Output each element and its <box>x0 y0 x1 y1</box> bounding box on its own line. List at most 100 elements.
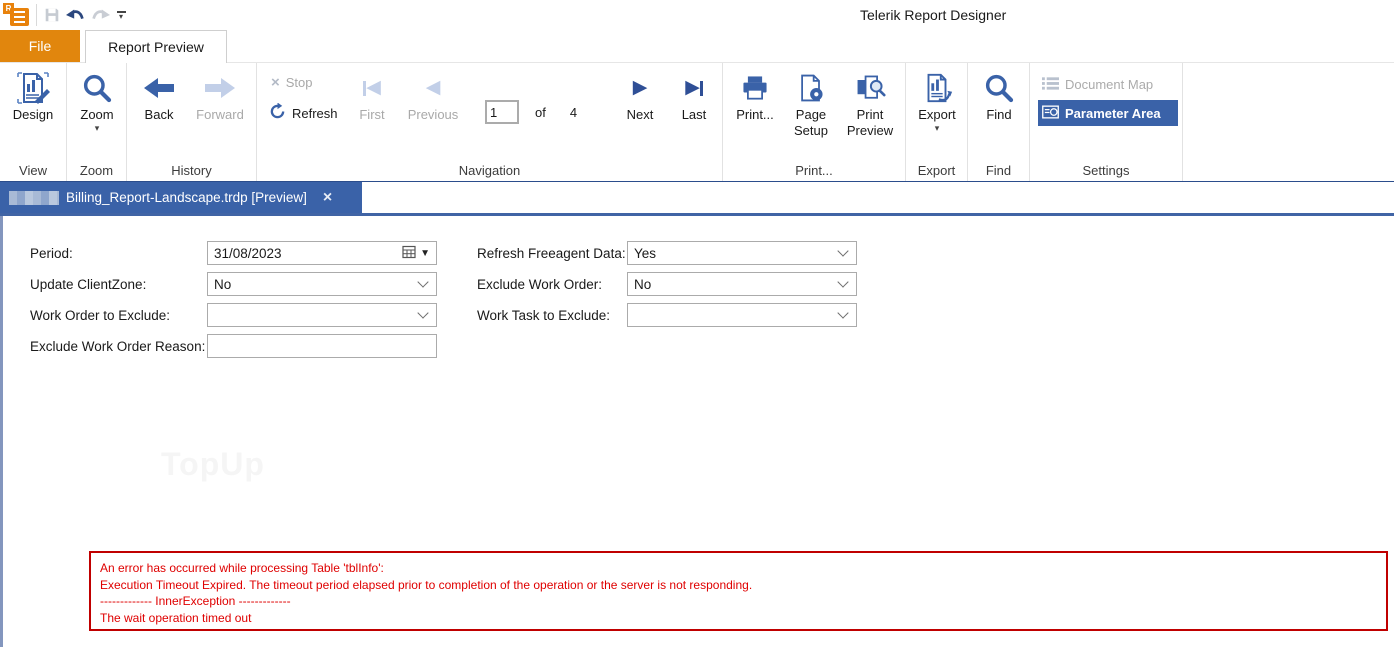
ribbon-group-settings: Document Map Parameter Area Settings <box>1030 63 1183 181</box>
document-map-label: Document Map <box>1065 77 1153 92</box>
export-dropdown-icon: ▾ <box>935 124 940 132</box>
parameter-area-icon <box>1042 105 1059 122</box>
page-number-input[interactable] <box>485 100 519 124</box>
find-button-label: Find <box>986 107 1011 123</box>
report-preview-area: Period: 31/08/2023 ▼ Update ClientZone: … <box>0 216 1394 647</box>
page-total-label: 4 <box>570 105 577 120</box>
error-line-1: An error has occurred while processing T… <box>100 560 1386 577</box>
save-icon <box>43 6 61 24</box>
last-button-label: Last <box>682 107 707 123</box>
divider <box>36 4 37 26</box>
last-page-button[interactable]: ▶ Last <box>669 69 719 123</box>
exclude-work-order-value: No <box>628 277 839 292</box>
zoom-button[interactable]: Zoom ▾ <box>70 69 124 132</box>
document-tab[interactable]: Billing_Report-Landscape.trdp [Preview] … <box>0 182 362 213</box>
design-button-label: Design <box>13 107 53 123</box>
parameter-area-label: Parameter Area <box>1065 106 1161 121</box>
work-task-to-exclude-select[interactable] <box>627 303 857 327</box>
first-page-button[interactable]: ◀ First <box>345 69 399 123</box>
design-button[interactable]: Design <box>4 69 62 123</box>
refresh-button-label: Refresh <box>292 106 338 121</box>
zoom-button-label: Zoom <box>80 107 113 123</box>
calendar-icon <box>402 245 416 262</box>
print-preview-button[interactable]: Print Preview <box>839 69 901 139</box>
close-icon[interactable]: × <box>323 189 332 207</box>
file-tab[interactable]: File <box>0 30 80 62</box>
error-line-3: ------------- InnerException -----------… <box>100 593 1386 610</box>
ribbon-group-history: Back Forward History <box>127 63 257 181</box>
find-button[interactable]: Find <box>972 69 1026 123</box>
back-button-label: Back <box>145 107 174 123</box>
document-map-toggle[interactable]: Document Map <box>1038 71 1178 97</box>
exclude-work-order-label: Exclude Work Order: <box>477 277 602 292</box>
work-task-to-exclude-label: Work Task to Exclude: <box>477 308 610 323</box>
group-label-history: History <box>127 163 256 178</box>
update-clientzone-value: No <box>208 277 419 292</box>
customize-qat-button[interactable]: ▾ <box>112 3 130 27</box>
last-page-icon: ▶ <box>685 69 703 107</box>
export-button-label: Export <box>918 107 956 123</box>
refresh-freeagent-data-select[interactable]: Yes <box>627 241 857 265</box>
update-clientzone-select[interactable]: No <box>207 272 437 296</box>
refresh-freeagent-data-value: Yes <box>628 246 839 261</box>
date-dropdown-icon[interactable]: ▼ <box>420 248 430 259</box>
back-arrow-icon <box>142 69 176 107</box>
document-map-icon <box>1042 76 1059 93</box>
update-clientzone-label: Update ClientZone: <box>30 277 146 292</box>
save-button[interactable] <box>40 3 64 27</box>
back-button[interactable]: Back <box>133 69 185 123</box>
design-icon <box>15 69 51 107</box>
ribbon-group-view: Design View <box>0 63 67 181</box>
page-navigation-control: of 4 <box>485 100 577 124</box>
undo-icon <box>66 8 86 22</box>
stop-icon: × <box>271 76 280 90</box>
first-page-icon: ◀ <box>363 69 381 107</box>
zoom-dropdown-icon: ▾ <box>95 124 100 132</box>
first-button-label: First <box>359 107 384 123</box>
exclude-work-order-reason-label: Exclude Work Order Reason: <box>30 339 205 354</box>
forward-button[interactable]: Forward <box>187 69 253 123</box>
period-date-picker[interactable]: 31/08/2023 ▼ <box>207 241 437 265</box>
stop-button[interactable]: × Stop <box>271 75 313 90</box>
tab-row: File Report Preview <box>0 30 1394 62</box>
parameter-area-toggle[interactable]: Parameter Area <box>1038 100 1178 126</box>
work-order-to-exclude-select[interactable] <box>207 303 437 327</box>
undo-button[interactable] <box>64 3 88 27</box>
refresh-button[interactable]: Refresh <box>269 103 338 123</box>
zoom-icon <box>81 69 113 107</box>
print-button-label: Print... <box>736 107 774 123</box>
page-of-label: of <box>535 105 546 120</box>
period-value: 31/08/2023 <box>208 246 402 261</box>
error-message-box: An error has occurred while processing T… <box>89 551 1388 631</box>
print-button[interactable]: Print... <box>729 69 781 123</box>
group-label-settings: Settings <box>1030 163 1182 178</box>
exclude-work-order-select[interactable]: No <box>627 272 857 296</box>
export-button[interactable]: Export ▾ <box>910 69 964 132</box>
ribbon-group-export: Export ▾ Export <box>906 63 968 181</box>
tab-report-preview[interactable]: Report Preview <box>85 30 227 63</box>
forward-button-label: Forward <box>196 107 244 123</box>
chevron-down-icon <box>417 276 428 287</box>
print-preview-button-label: Print Preview <box>847 107 893 139</box>
group-label-navigation: Navigation <box>257 163 722 178</box>
export-icon <box>920 69 954 107</box>
previous-button-label: Previous <box>408 107 459 123</box>
error-line-2: Execution Timeout Expired. The timeout p… <box>100 577 1386 594</box>
refresh-freeagent-data-label: Refresh Freeagent Data: <box>477 246 626 261</box>
page-setup-button[interactable]: Page Setup <box>783 69 839 139</box>
ribbon: Design View Zoom ▾ Zoom <box>0 62 1394 183</box>
group-label-zoom: Zoom <box>67 163 126 178</box>
ribbon-group-navigation: × Stop Refresh ◀ First ◀ Previous <box>257 63 723 181</box>
find-icon <box>983 69 1015 107</box>
exclude-work-order-reason-input[interactable] <box>207 334 437 358</box>
redo-button[interactable] <box>88 3 112 27</box>
next-page-button[interactable]: ▶ Next <box>612 69 668 123</box>
previous-page-icon: ◀ <box>426 69 441 107</box>
chevron-down-icon <box>417 307 428 318</box>
previous-page-button[interactable]: ◀ Previous <box>403 69 463 123</box>
app-icon[interactable]: R <box>3 3 31 27</box>
group-label-find: Find <box>968 163 1029 178</box>
redo-icon <box>90 8 110 22</box>
refresh-icon <box>269 103 286 123</box>
chevron-down-icon <box>837 245 848 256</box>
